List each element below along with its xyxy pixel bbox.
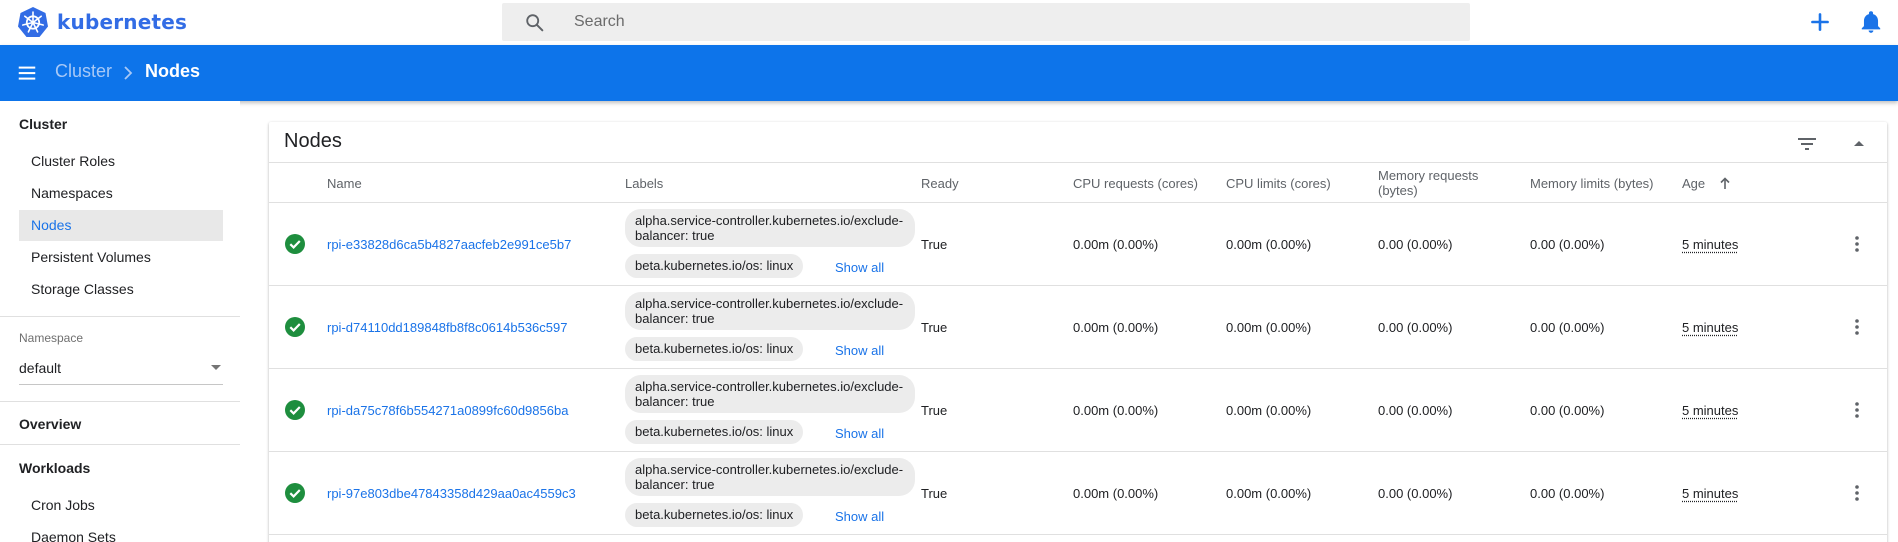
filter-icon[interactable] <box>1795 132 1819 156</box>
cpu-limits-cell: 0.00m (0.00%) <box>1226 403 1311 418</box>
show-all-labels-button[interactable]: Show all <box>835 343 884 358</box>
sidebar-divider <box>0 444 240 445</box>
chevron-right-icon <box>121 64 135 82</box>
memory-requests-cell: 0.00 (0.00%) <box>1378 237 1452 252</box>
memory-limits-cell: 0.00 (0.00%) <box>1530 403 1604 418</box>
sidebar-heading-cluster[interactable]: Cluster <box>19 116 67 132</box>
namespace-value: default <box>19 360 61 376</box>
card-title: Nodes <box>284 130 342 153</box>
sort-ascending-arrow-icon[interactable] <box>1718 176 1732 190</box>
sidebar-item-nodes[interactable]: Nodes <box>19 210 223 241</box>
node-name-link[interactable]: rpi-d74110dd189848fb8f8c0614b536c597 <box>327 320 567 335</box>
label-chip: alpha.service-controller.kubernetes.io/e… <box>625 209 915 247</box>
cpu-limits-cell: 0.00m (0.00%) <box>1226 237 1311 252</box>
show-all-labels-button[interactable]: Show all <box>835 426 884 441</box>
sidebar-divider <box>0 316 240 317</box>
ready-cell: True <box>921 237 947 252</box>
more-options-icon[interactable] <box>1847 234 1867 254</box>
age-cell[interactable]: 5 minutes <box>1682 486 1738 501</box>
breadcrumb-toolbar: Cluster Nodes <box>0 45 1898 101</box>
check-circle-icon <box>285 400 305 420</box>
column-header-cpu-limits: CPU limits (cores) <box>1226 163 1376 203</box>
cpu-requests-cell: 0.00m (0.00%) <box>1073 403 1158 418</box>
menu-icon[interactable] <box>16 62 38 84</box>
sidebar-item-overview[interactable]: Overview <box>19 416 81 432</box>
table-row: rpi-da75c78f6b554271a0899fc60d9856ba alp… <box>269 369 1887 452</box>
node-name-link[interactable]: rpi-97e803dbe47843358d429aa0ac4559c3 <box>327 486 576 501</box>
ready-cell: True <box>921 320 947 335</box>
label-chip: beta.kubernetes.io/os: linux <box>625 337 803 361</box>
sidebar-divider <box>0 401 240 402</box>
app-name: kubernetes <box>57 10 187 34</box>
notifications-bell-icon[interactable] <box>1858 9 1884 35</box>
label-chip: alpha.service-controller.kubernetes.io/e… <box>625 375 915 413</box>
collapse-arrow-icon[interactable] <box>1847 132 1871 156</box>
kubernetes-wheel-icon <box>17 6 49 38</box>
cpu-requests-cell: 0.00m (0.00%) <box>1073 237 1158 252</box>
column-header-cpu-requests: CPU requests (cores) <box>1073 163 1223 203</box>
table-row: rpi-d74110dd189848fb8f8c0614b536c597 alp… <box>269 286 1887 369</box>
label-chip: beta.kubernetes.io/os: linux <box>625 254 803 278</box>
sidebar-item-cron-jobs[interactable]: Cron Jobs <box>19 490 223 521</box>
age-cell[interactable]: 5 minutes <box>1682 320 1738 335</box>
memory-requests-cell: 0.00 (0.00%) <box>1378 403 1452 418</box>
label-chip: alpha.service-controller.kubernetes.io/e… <box>625 292 915 330</box>
column-header-age-label: Age <box>1682 176 1705 191</box>
sidebar-item-persistent-volumes[interactable]: Persistent Volumes <box>19 242 223 273</box>
dropdown-arrow-icon <box>211 365 221 370</box>
search-bar <box>502 3 1470 41</box>
sidebar-item-daemon-sets[interactable]: Daemon Sets <box>19 522 223 542</box>
cpu-requests-cell: 0.00m (0.00%) <box>1073 320 1158 335</box>
show-all-labels-button[interactable]: Show all <box>835 509 884 524</box>
memory-limits-cell: 0.00 (0.00%) <box>1530 486 1604 501</box>
sidebar-item-cluster-roles[interactable]: Cluster Roles <box>19 146 223 177</box>
node-name-link[interactable]: rpi-da75c78f6b554271a0899fc60d9856ba <box>327 403 568 418</box>
breadcrumb-current: Nodes <box>145 61 200 82</box>
show-all-labels-button[interactable]: Show all <box>835 260 884 275</box>
age-cell[interactable]: 5 minutes <box>1682 403 1738 418</box>
memory-limits-cell: 0.00 (0.00%) <box>1530 237 1604 252</box>
cpu-limits-cell: 0.00m (0.00%) <box>1226 320 1311 335</box>
namespace-select[interactable]: default <box>19 353 223 385</box>
column-header-age[interactable]: Age <box>1682 163 1732 203</box>
namespace-label: Namespace <box>19 331 83 345</box>
search-icon <box>524 12 546 34</box>
sidebar-item-namespaces[interactable]: Namespaces <box>19 178 223 209</box>
create-plus-icon[interactable] <box>1807 9 1833 35</box>
label-chip: beta.kubernetes.io/os: linux <box>625 503 803 527</box>
more-options-icon[interactable] <box>1847 483 1867 503</box>
column-header-labels: Labels <box>625 163 663 203</box>
node-name-link[interactable]: rpi-e33828d6ca5b4827aacfeb2e991ce5b7 <box>327 237 571 252</box>
table-row: rpi-e33828d6ca5b4827aacfeb2e991ce5b7 alp… <box>269 203 1887 286</box>
memory-requests-cell: 0.00 (0.00%) <box>1378 486 1452 501</box>
table-row: rpi-97e803dbe47843358d429aa0ac4559c3 alp… <box>269 452 1887 535</box>
more-options-icon[interactable] <box>1847 317 1867 337</box>
kubernetes-logo[interactable]: kubernetes <box>17 6 187 38</box>
check-circle-icon <box>285 483 305 503</box>
check-circle-icon <box>285 317 305 337</box>
more-options-icon[interactable] <box>1847 400 1867 420</box>
breadcrumb-cluster-link[interactable]: Cluster <box>55 61 112 82</box>
sidebar-nav: Cluster Cluster Roles Namespaces Nodes P… <box>0 101 240 542</box>
check-circle-icon <box>285 234 305 254</box>
sidebar-item-storage-classes[interactable]: Storage Classes <box>19 274 223 305</box>
label-chip: beta.kubernetes.io/os: linux <box>625 420 803 444</box>
age-cell[interactable]: 5 minutes <box>1682 237 1738 252</box>
top-app-bar: kubernetes <box>0 0 1898 45</box>
cpu-limits-cell: 0.00m (0.00%) <box>1226 486 1311 501</box>
nodes-card: Nodes Name Labels Ready CPU requests (co… <box>269 122 1887 542</box>
memory-limits-cell: 0.00 (0.00%) <box>1530 320 1604 335</box>
column-header-name[interactable]: Name <box>327 163 362 203</box>
sidebar-heading-workloads[interactable]: Workloads <box>19 460 90 476</box>
column-header-ready: Ready <box>921 163 959 203</box>
search-input[interactable] <box>574 3 1434 41</box>
column-header-memory-limits: Memory limits (bytes) <box>1530 163 1680 203</box>
label-chip: alpha.service-controller.kubernetes.io/e… <box>625 458 915 496</box>
ready-cell: True <box>921 486 947 501</box>
column-header-memory-requests: Memory requests (bytes) <box>1378 163 1508 203</box>
cpu-requests-cell: 0.00m (0.00%) <box>1073 486 1158 501</box>
ready-cell: True <box>921 403 947 418</box>
memory-requests-cell: 0.00 (0.00%) <box>1378 320 1452 335</box>
